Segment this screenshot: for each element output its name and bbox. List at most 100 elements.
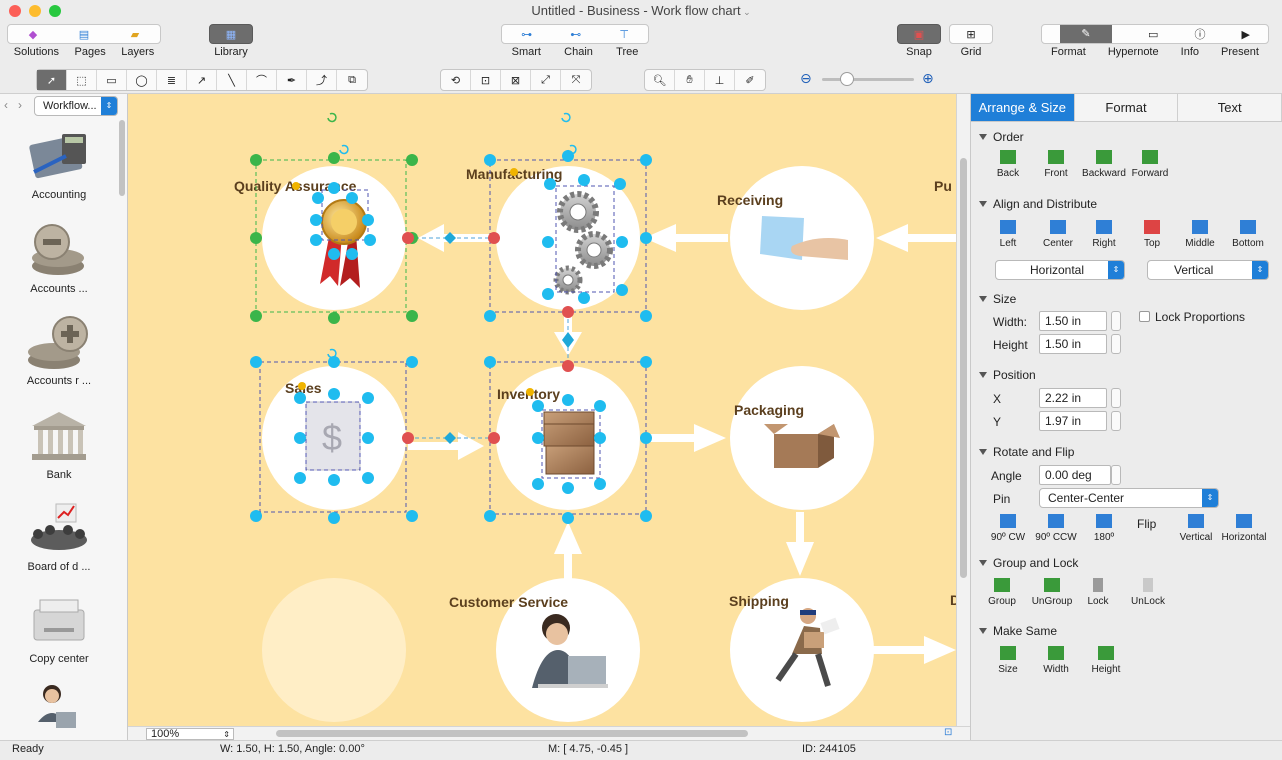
tab-arrange-size[interactable]: Arrange & Size [971, 94, 1075, 121]
image-tool-icon[interactable]: ⧉ [337, 70, 367, 90]
group-lock-section-title[interactable]: Group and Lock [979, 556, 1078, 570]
pointer-tool-icon[interactable]: ➚ [37, 70, 67, 90]
make-same-section-title[interactable]: Make Same [979, 624, 1057, 638]
library-item-accounting[interactable]: Accounting [0, 128, 118, 201]
same-width-button[interactable]: Width [1031, 646, 1081, 675]
width-stepper[interactable] [1111, 311, 1121, 331]
back-arrow-icon[interactable]: ‹ [4, 98, 8, 112]
smart-connector-tool-icon[interactable]: ⤧ [561, 70, 591, 90]
align-right-button[interactable]: Right [1079, 220, 1129, 249]
solutions-icon[interactable]: ◆ [29, 28, 37, 41]
layers-icon[interactable]: ▰ [131, 28, 139, 41]
zoom-slider-thumb[interactable] [840, 72, 854, 86]
vertical-scroll-thumb[interactable] [960, 158, 967, 578]
arrow-purchasing-to-receiving[interactable] [876, 224, 956, 252]
info-icon[interactable]: ⓘ [1194, 26, 1205, 42]
info-button[interactable]: Info [1181, 46, 1199, 58]
align-left-button[interactable]: Left [983, 220, 1033, 249]
fit-page-icon[interactable]: ⊡ [944, 727, 952, 738]
group-button[interactable]: Group [977, 578, 1027, 607]
node-placeholder[interactable] [262, 578, 406, 722]
y-stepper[interactable] [1111, 411, 1121, 431]
rotate-tool-icon[interactable]: ⟲ [441, 70, 471, 90]
minimize-window-button[interactable] [29, 5, 41, 17]
title-chevron-icon[interactable]: ⌄ [741, 7, 751, 17]
unlock-button[interactable]: UnLock [1123, 578, 1173, 607]
align-center-button[interactable]: Center [1033, 220, 1083, 249]
rotate-180-button[interactable]: 180º [1079, 514, 1129, 543]
pages-icon[interactable]: ▤ [79, 28, 89, 41]
zoom-window-button[interactable] [49, 5, 61, 17]
zoom-slider-track[interactable] [822, 78, 914, 81]
rotate-90-ccw-button[interactable]: 90º CCW [1031, 514, 1081, 543]
chain-icon[interactable]: ⊷ [570, 28, 581, 41]
layers-button[interactable]: Layers [121, 46, 154, 58]
format-icon[interactable]: ✎ [1060, 25, 1113, 43]
pin-select[interactable]: Center-Center ⇕ [1039, 488, 1219, 508]
front-button[interactable]: Front [1031, 150, 1081, 179]
arrow-shipping-out[interactable] [870, 636, 956, 664]
angle-field[interactable]: 0.00 deg [1039, 465, 1111, 485]
arrow-receiving-to-manufacturing[interactable] [644, 224, 728, 252]
hand-tool-icon[interactable]: ✋︎ [675, 70, 705, 90]
horizontal-scroll-thumb[interactable] [276, 730, 748, 737]
back-button[interactable]: Back [983, 150, 1033, 179]
x-stepper[interactable] [1111, 388, 1121, 408]
x-field[interactable]: 2.22 in [1039, 388, 1107, 408]
library-button[interactable]: ▦ Library [206, 24, 256, 58]
y-field[interactable]: 1.97 in [1039, 411, 1107, 431]
library-select[interactable]: Workflow... ⇕ [34, 96, 118, 116]
position-section-title[interactable]: Position [979, 368, 1036, 382]
resize-tool-icon[interactable]: ⊡ [471, 70, 501, 90]
tree-icon[interactable]: ⊤ [619, 28, 629, 41]
library-item-bank[interactable]: Bank [0, 408, 118, 481]
present-icon[interactable]: ▶ [1242, 28, 1250, 41]
library-item-accounts-payable[interactable]: Accounts ... [0, 222, 118, 295]
tab-text[interactable]: Text [1178, 94, 1282, 121]
canvas-horizontal-scrollbar[interactable]: 100% ⇕ ⊡ [128, 726, 970, 740]
rotate-90-cw-button[interactable]: 90º CW [983, 514, 1033, 543]
distribute-horizontal-select[interactable]: Horizontal ⇕ [995, 260, 1125, 280]
align-top-button[interactable]: Top [1127, 220, 1177, 249]
rectangle-tool-icon[interactable]: ▭ [97, 70, 127, 90]
same-height-button[interactable]: Height [1081, 646, 1131, 675]
eyedropper-tool-icon[interactable]: ✐ [735, 70, 765, 90]
height-stepper[interactable] [1111, 334, 1121, 354]
width-field[interactable]: 1.50 in [1039, 311, 1107, 331]
arrow-inventory-to-packaging[interactable] [642, 424, 726, 452]
align-middle-button[interactable]: Middle [1175, 220, 1225, 249]
align-bottom-button[interactable]: Bottom [1223, 220, 1273, 249]
tab-format[interactable]: Format [1074, 94, 1179, 121]
grid-button[interactable]: ⊞ Grid [948, 24, 994, 58]
arrow-tool-icon[interactable]: ↗ [187, 70, 217, 90]
canvas-vertical-scrollbar[interactable] [956, 94, 970, 740]
ellipse-tool-icon[interactable]: ◯ [127, 70, 157, 90]
arrow-customer-service-to-inventory[interactable] [554, 522, 582, 580]
library-item-accounts-receivable[interactable]: Accounts r ... [0, 314, 118, 387]
zoom-out-icon[interactable]: ⊖ [800, 70, 812, 87]
snap-button[interactable]: ▣ Snap [896, 24, 942, 58]
library-item-customer-service[interactable] [0, 682, 118, 743]
distribute-vertical-select[interactable]: Vertical ⇕ [1147, 260, 1269, 280]
sidebar-scrollbar[interactable] [119, 120, 125, 196]
text-tool-icon[interactable]: ≣ [157, 70, 187, 90]
format-button[interactable]: Format [1051, 46, 1086, 58]
zoom-in-icon[interactable]: ⊕ [922, 70, 934, 87]
align-section-title[interactable]: Align and Distribute [979, 197, 1097, 211]
bezier-tool-icon[interactable]: ⤴ [307, 70, 337, 90]
workflow-diagram[interactable]: Quality Assurance Manufacturing Receivin… [128, 94, 956, 726]
tree-button[interactable]: Tree [616, 46, 638, 58]
smart-icon[interactable]: ⊶ [521, 28, 532, 41]
solutions-button[interactable]: Solutions [14, 46, 59, 58]
smart-button[interactable]: Smart [512, 46, 541, 58]
zoom-tool-icon[interactable]: 🔍︎ [645, 70, 675, 90]
text-box-tool-icon[interactable]: ⬚ [67, 70, 97, 90]
pages-button[interactable]: Pages [75, 46, 106, 58]
present-button[interactable]: Present [1221, 46, 1259, 58]
arrow-packaging-to-shipping[interactable] [786, 512, 814, 576]
lock-button[interactable]: Lock [1073, 578, 1123, 607]
flip-vertical-button[interactable]: Vertical [1171, 514, 1221, 543]
order-section-title[interactable]: Order [979, 130, 1024, 144]
library-item-copy-center[interactable]: Copy center [0, 592, 118, 665]
group-tool-icon[interactable]: ⊠ [501, 70, 531, 90]
